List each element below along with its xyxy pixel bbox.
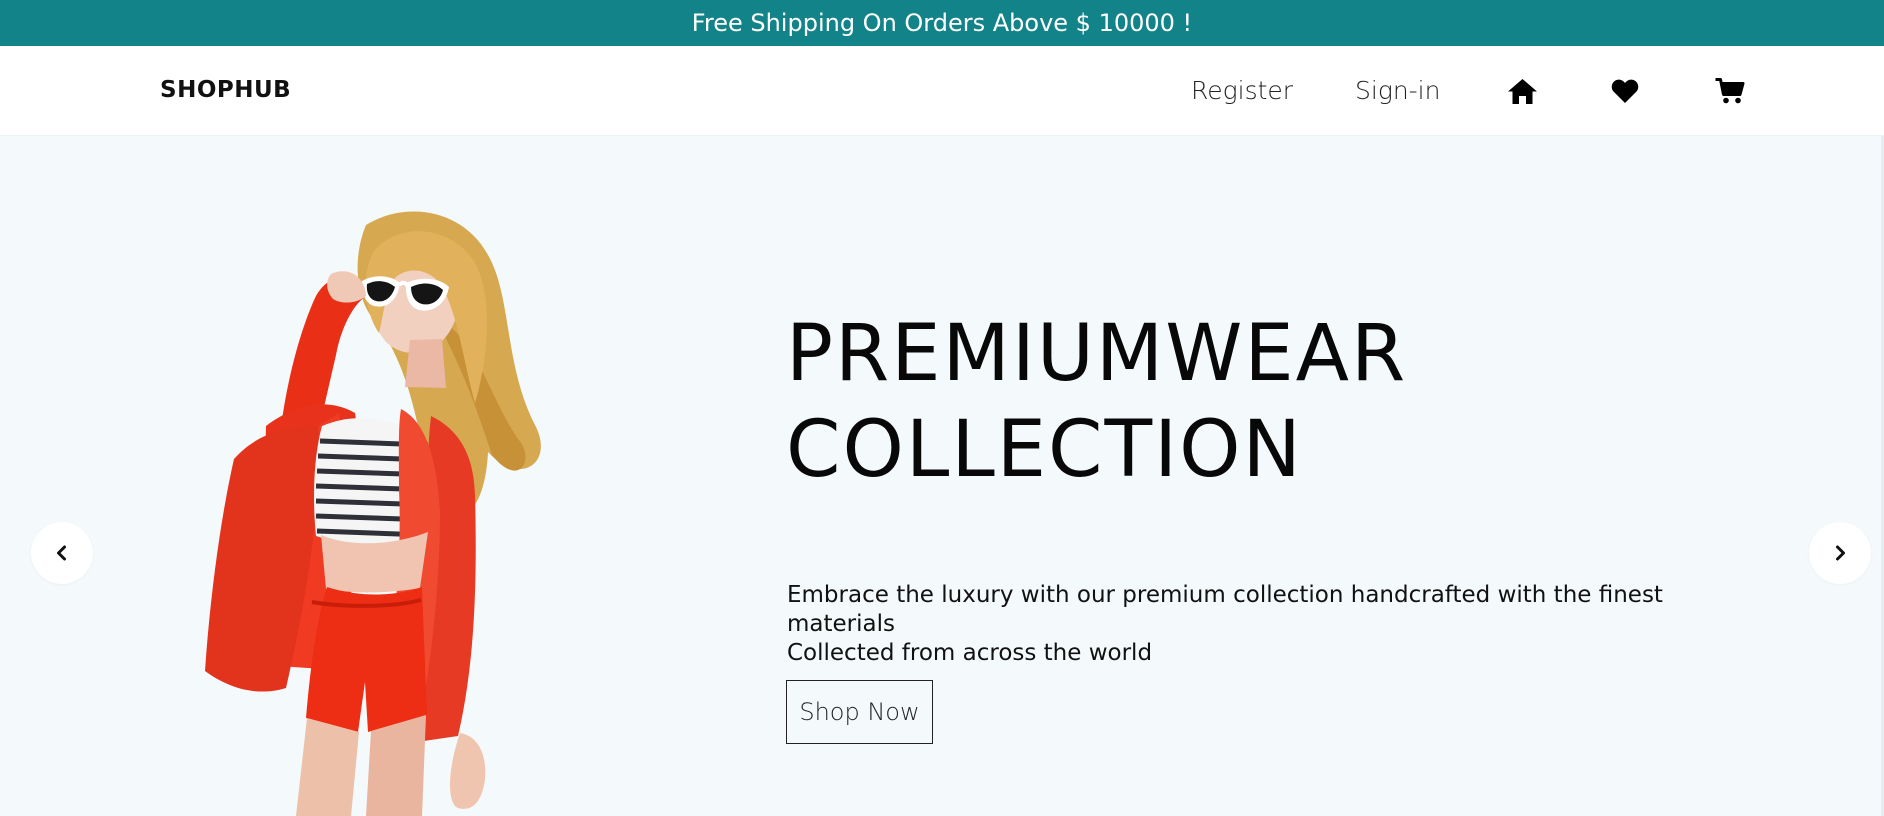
announcement-text: Free Shipping On Orders Above $ 10000 ! [691, 9, 1193, 37]
hero-description: Embrace the luxury with our premium coll… [787, 581, 1747, 668]
cart-icon[interactable] [1712, 74, 1746, 108]
hero-model-image [190, 201, 590, 816]
hero-title-line-2: COLLECTION [786, 405, 1303, 495]
carousel-prev-button[interactable] [31, 522, 93, 584]
hero-description-line-1: Embrace the luxury with our premium coll… [787, 582, 1663, 637]
hero-description-line-2: Collected from across the world [787, 640, 1153, 666]
hero-title: PREMIUMWEAR COLLECTION [786, 306, 1686, 498]
chevron-right-icon [1836, 545, 1845, 561]
signin-link[interactable]: Sign-in [1355, 76, 1440, 105]
navbar: SHOPHUB Register Sign-in [0, 46, 1884, 136]
announcement-bar: Free Shipping On Orders Above $ 10000 ! [0, 0, 1884, 46]
register-link[interactable]: Register [1191, 76, 1293, 105]
heart-icon[interactable] [1608, 74, 1642, 108]
hero-title-line-1: PREMIUMWEAR [786, 309, 1408, 399]
site-logo[interactable]: SHOPHUB [160, 77, 291, 103]
carousel-next-button[interactable] [1809, 522, 1871, 584]
hero-section: PREMIUMWEAR COLLECTION Embrace the luxur… [0, 136, 1884, 816]
home-icon[interactable] [1505, 74, 1539, 108]
chevron-left-icon [57, 545, 66, 561]
shop-now-button[interactable]: Shop Now [786, 680, 933, 744]
